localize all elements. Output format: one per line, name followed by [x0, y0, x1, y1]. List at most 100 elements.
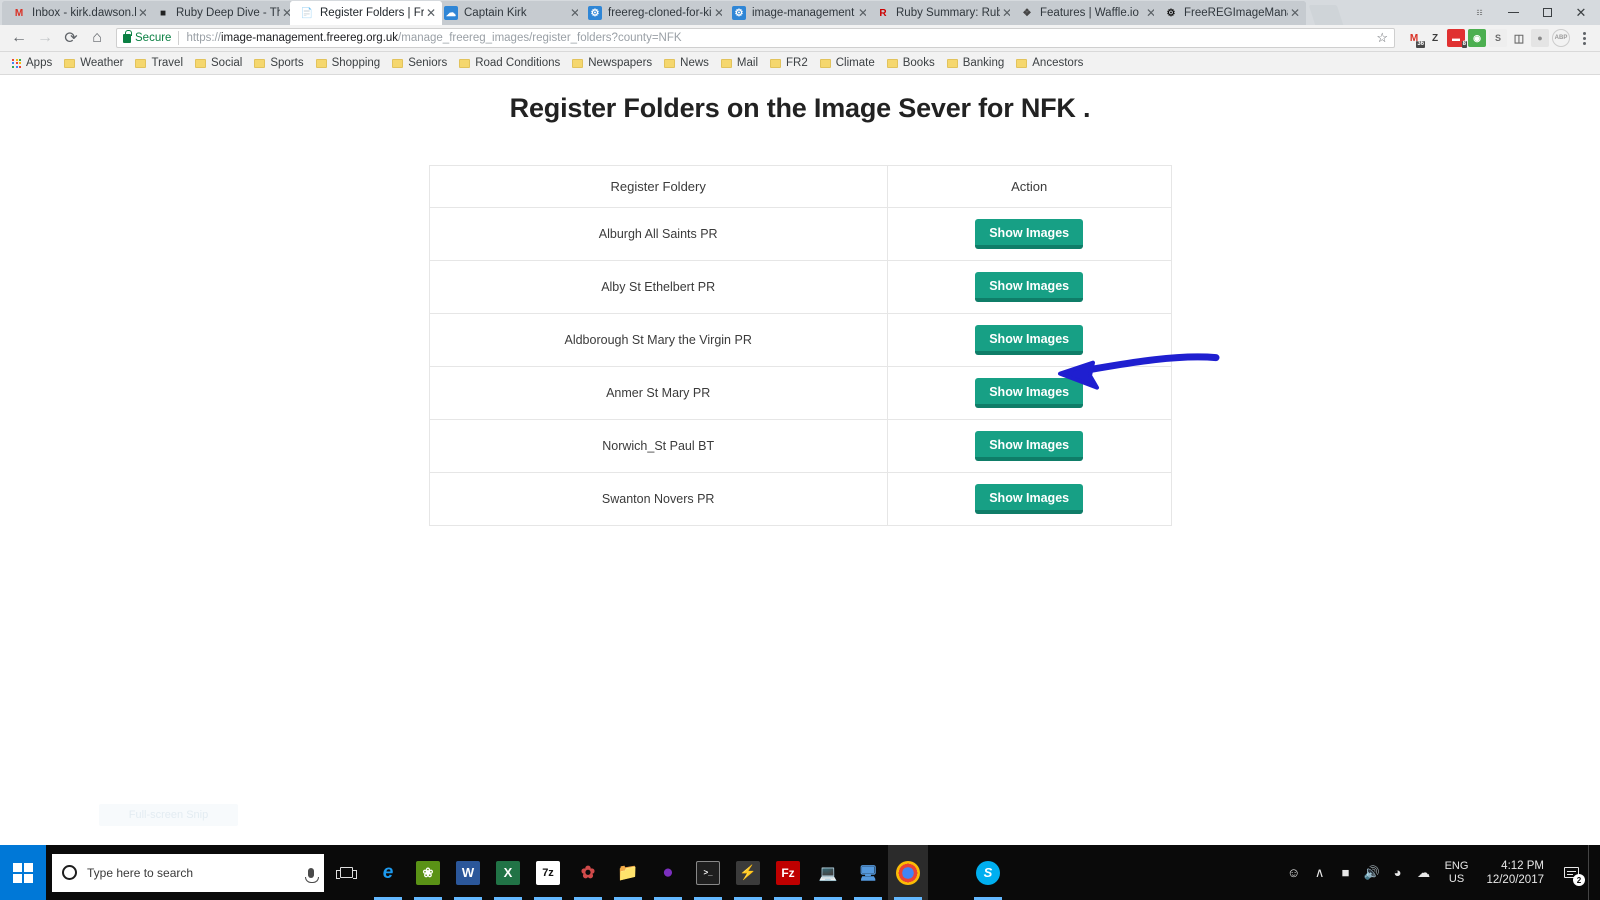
taskbar-gitkraken[interactable]: ● — [648, 845, 688, 900]
page-icon: 📄 — [300, 7, 314, 19]
tab-close-icon[interactable]: ✕ — [424, 6, 438, 20]
browser-tab[interactable]: ❖ Features | Waffle.io ✕ — [1010, 1, 1162, 25]
show-images-button[interactable]: Show Images — [975, 378, 1084, 408]
bookmark-shopping[interactable]: Shopping — [310, 53, 387, 73]
bookmark-travel[interactable]: Travel — [129, 53, 189, 73]
bookmark-social[interactable]: Social — [189, 53, 248, 73]
wifi-icon[interactable]: ◕ — [1385, 845, 1411, 900]
forward-button[interactable]: → — [32, 25, 58, 51]
tab-title: Register Folders | FreeR — [320, 7, 424, 19]
browser-tab-active[interactable]: 📄 Register Folders | FreeR ✕ — [290, 1, 442, 25]
show-images-button[interactable]: Show Images — [975, 484, 1084, 514]
show-images-button[interactable]: Show Images — [975, 272, 1084, 302]
browser-tab[interactable]: ⚙ image-management - G ✕ — [722, 1, 874, 25]
bookmark-fr2[interactable]: FR2 — [764, 53, 814, 73]
bookmark-label: News — [680, 57, 709, 69]
folder-name-cell: Swanton Novers PR — [428, 472, 888, 526]
taskbar-sublime-text[interactable]: ⚡ — [728, 845, 768, 900]
command-prompt-icon: >_ — [696, 860, 720, 885]
taskbar-network-computer[interactable]: 🖥 — [848, 845, 888, 900]
bookmark-banking[interactable]: Banking — [941, 53, 1011, 73]
taskbar-chrome[interactable] — [888, 845, 928, 900]
folder-icon — [64, 58, 76, 68]
secure-label: Secure — [135, 32, 172, 44]
taskbar-file-explorer[interactable]: 📁 — [608, 845, 648, 900]
restore-dots-icon[interactable]: ☷ — [1462, 0, 1496, 25]
minimize-button[interactable] — [1496, 0, 1530, 25]
grammarly-extension-icon[interactable]: ◉ — [1468, 29, 1486, 47]
bookmark-star-icon[interactable]: ☆ — [1370, 30, 1388, 46]
show-images-button[interactable]: Show Images — [975, 325, 1084, 355]
chevron-up-icon[interactable]: ∧ — [1307, 845, 1333, 900]
filezilla-icon: Fz — [776, 860, 800, 885]
bookmark-news[interactable]: News — [658, 53, 715, 73]
taskbar-remote-desktop[interactable]: 💻 — [808, 845, 848, 900]
new-tab-button[interactable] — [1308, 5, 1344, 25]
language-indicator[interactable]: ENG US — [1437, 845, 1477, 900]
ruby-r-icon: R — [879, 7, 887, 19]
battery-icon[interactable]: ■ — [1333, 845, 1359, 900]
taskbar-7zip[interactable]: 7z — [528, 845, 568, 900]
taskbar-word[interactable]: W — [448, 845, 488, 900]
taskbar-paint[interactable]: ✿ — [568, 845, 608, 900]
task-view-button[interactable] — [324, 845, 368, 900]
bookmark-label: Books — [902, 57, 935, 69]
onedrive-cloud-icon[interactable]: ☁ — [1411, 845, 1437, 900]
tab-close-icon[interactable]: ✕ — [1288, 6, 1302, 20]
taskbar-leaf-app[interactable]: ❀ — [408, 845, 448, 900]
bookmark-newspapers[interactable]: Newspapers — [566, 53, 658, 73]
word-icon: W — [456, 860, 480, 885]
browser-tab[interactable]: ⚙ freereg-cloned-for-kirk ✕ — [578, 1, 730, 25]
bookmark-label: Travel — [151, 57, 184, 69]
browser-tab[interactable]: R Ruby Summary: Ruby S ✕ — [866, 1, 1018, 25]
network-computer-icon: 🖥 — [858, 864, 878, 882]
folder-icon — [664, 58, 676, 68]
cast-icon[interactable]: ◫ — [1510, 29, 1528, 47]
volume-icon[interactable]: 🔊 — [1359, 845, 1385, 900]
show-desktop-button[interactable] — [1588, 845, 1596, 900]
gmail-extension-icon[interactable]: M 36 — [1405, 29, 1425, 48]
bookmark-books[interactable]: Books — [881, 53, 941, 73]
bookmark-sports[interactable]: Sports — [248, 53, 309, 73]
bookmark-weather[interactable]: Weather — [58, 53, 129, 73]
home-button[interactable]: ⌂ — [84, 25, 110, 51]
bookmark-seniors[interactable]: Seniors — [386, 53, 453, 73]
bookmark-apps[interactable]: Apps — [6, 53, 58, 73]
taskbar-excel[interactable]: X — [488, 845, 528, 900]
browser-tab[interactable]: M Inbox - kirk.dawson.bc ✕ — [2, 1, 154, 25]
clock[interactable]: 4:12 PM 12/20/2017 — [1476, 845, 1554, 900]
apps-grid-icon — [12, 58, 21, 68]
table-body: Alburgh All Saints PR Show Images Alby S… — [428, 207, 1172, 526]
browser-tab[interactable]: ■ Ruby Deep Dive - The I ✕ — [146, 1, 298, 25]
screencast-extension-icon[interactable]: S — [1489, 29, 1507, 47]
pocket-extension-icon[interactable]: ▬ 8 — [1447, 29, 1467, 48]
adblock-plus-icon[interactable]: ABP — [1552, 29, 1570, 47]
notification-center-button[interactable]: 2 — [1554, 845, 1588, 900]
browser-tab[interactable]: ☁ Captain Kirk ✕ — [434, 1, 586, 25]
address-bar[interactable]: Secure https://image-management.freereg.… — [116, 28, 1395, 48]
folder-icon — [315, 58, 327, 68]
bookmark-mail[interactable]: Mail — [715, 53, 764, 73]
taskbar-filezilla[interactable]: Fz — [768, 845, 808, 900]
taskbar-search-input[interactable]: Type here to search — [52, 853, 324, 892]
browser-tab[interactable]: ⚙ FreeREGImageManage ✕ — [1154, 1, 1306, 25]
show-images-button[interactable]: Show Images — [975, 431, 1084, 461]
taskbar-skype[interactable]: S — [968, 845, 1008, 900]
reload-button[interactable]: ⟳ — [58, 25, 84, 51]
taskbar-edge[interactable]: e — [368, 845, 408, 900]
user-extension-icon[interactable]: ● — [1531, 29, 1549, 47]
maximize-button[interactable] — [1530, 0, 1564, 25]
zotero-extension-icon[interactable]: Z — [1426, 29, 1444, 47]
bookmark-ancestors[interactable]: Ancestors — [1010, 53, 1089, 73]
chrome-menu-button[interactable] — [1574, 31, 1594, 45]
bookmark-climate[interactable]: Climate — [814, 53, 881, 73]
close-window-button[interactable]: ✕ — [1564, 0, 1598, 25]
start-button[interactable] — [0, 845, 46, 900]
taskbar-command-prompt[interactable]: >_ — [688, 845, 728, 900]
show-images-button[interactable]: Show Images — [975, 219, 1084, 249]
bookmark-road-conditions[interactable]: Road Conditions — [453, 53, 566, 73]
people-icon[interactable]: ☺ — [1281, 845, 1307, 900]
microphone-icon[interactable] — [305, 867, 319, 883]
back-button[interactable]: ← — [6, 25, 32, 51]
folder-icon — [720, 58, 732, 68]
